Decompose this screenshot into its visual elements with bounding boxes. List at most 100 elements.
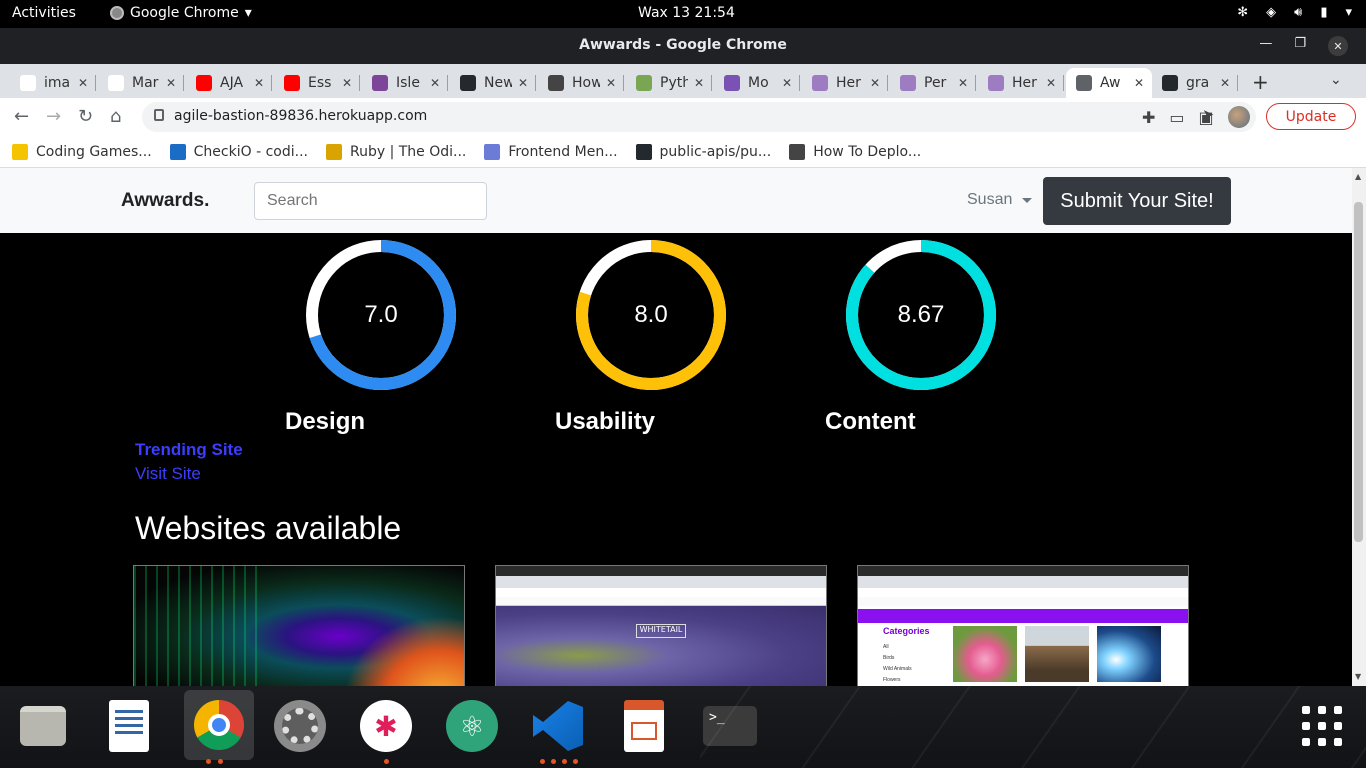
update-button[interactable]: Update (1266, 103, 1356, 130)
forward-icon[interactable]: → (46, 106, 61, 127)
extensions-icon[interactable]: ✚ (1142, 108, 1155, 127)
tab-separator (359, 75, 360, 91)
tab[interactable]: Per ✕ (890, 68, 976, 98)
battery-icon: ▮ (1320, 5, 1328, 20)
slack-tray-icon[interactable]: ✻ (1237, 5, 1248, 20)
tab[interactable]: AJA ✕ (186, 68, 272, 98)
bookmark-item[interactable]: CheckiO - codi... (169, 143, 308, 160)
thumb-purple-header (858, 609, 1188, 623)
system-tray[interactable]: ✻ ◈ 🔊︎ ▮ ▾ (1237, 5, 1352, 20)
dock: ✱ ⚛ >_ (0, 686, 1366, 768)
reload-icon[interactable]: ↻ (78, 106, 93, 127)
thumb-titlebar (496, 566, 826, 576)
close-tab-icon[interactable]: ✕ (342, 76, 352, 90)
files-icon-part (20, 706, 66, 746)
close-tab-icon[interactable]: ✕ (870, 76, 880, 90)
youtube-icon (196, 75, 212, 91)
lock-icon[interactable] (154, 109, 164, 121)
vscode-icon[interactable] (528, 696, 588, 756)
bootstrap-icon (724, 75, 740, 91)
user-dropdown[interactable]: Susan (967, 191, 1033, 209)
atom-icon[interactable]: ⚛ (442, 696, 502, 756)
submit-site-button[interactable]: Submit Your Site! (1043, 177, 1231, 225)
tab-search-icon[interactable]: ⌄ (1330, 72, 1342, 88)
search-input[interactable] (254, 182, 487, 220)
close-tab-icon[interactable]: ✕ (1046, 76, 1056, 90)
bookmark-item[interactable]: public-apis/pu... (635, 143, 771, 160)
site-brand[interactable]: Awwards. (121, 190, 209, 212)
bookmark-item[interactable]: How To Deplo... (789, 143, 921, 160)
visit-site-link[interactable]: Visit Site (135, 464, 201, 484)
minimize-button[interactable]: — (1259, 36, 1272, 56)
scroll-down-icon[interactable]: ▼ (1355, 672, 1361, 681)
bookmark-item[interactable]: Frontend Men... (484, 143, 618, 160)
trending-site-link[interactable]: Trending Site (135, 440, 243, 460)
clock[interactable]: Wax 13 21:54 (638, 5, 735, 21)
toolbar: ← → ↻ ⌂ agile-bastion-89836.herokuapp.co… (0, 98, 1366, 136)
scrollbar-thumb[interactable] (1354, 202, 1363, 542)
thumb-category: Wild Animals (883, 666, 912, 672)
tab[interactable]: Her ✕ (802, 68, 888, 98)
app-menu[interactable]: Google Chrome ▾ (110, 5, 252, 21)
terminal-icon[interactable]: >_ (700, 696, 760, 756)
close-tab-icon[interactable]: ✕ (1134, 76, 1144, 90)
tab[interactable]: Ess ✕ (274, 68, 360, 98)
heroku-icon (812, 75, 828, 91)
close-tab-icon[interactable]: ✕ (1220, 76, 1230, 90)
cast-icon[interactable]: ▭ (1169, 108, 1184, 127)
tab[interactable]: Pyth ✕ (626, 68, 712, 98)
tab[interactable]: Mo ✕ (714, 68, 800, 98)
youtube-icon (284, 75, 300, 91)
scroll-up-icon[interactable]: ▲ (1355, 172, 1361, 181)
chrome-icon[interactable] (184, 690, 254, 760)
new-tab-button[interactable]: + (1252, 70, 1269, 94)
slack-icon[interactable]: ✱ (356, 696, 416, 756)
tor-icon (372, 75, 388, 91)
bookmark-item[interactable]: Ruby | The Odi... (325, 143, 466, 160)
close-tab-icon[interactable]: ✕ (254, 76, 264, 90)
window-title-bar: Awwards - Google Chrome — ❐ ✕ (0, 28, 1366, 64)
close-tab-icon[interactable]: ✕ (694, 76, 704, 90)
impress-icon[interactable] (614, 696, 674, 756)
omnibox[interactable]: agile-bastion-89836.herokuapp.com ➤ ☆ (142, 102, 1256, 132)
close-tab-icon[interactable]: ✕ (958, 76, 968, 90)
close-tab-icon[interactable]: ✕ (430, 76, 440, 90)
close-tab-icon[interactable]: ✕ (78, 76, 88, 90)
text-editor-icon[interactable] (99, 696, 159, 756)
website-card-gallery[interactable]: Categories All Birds Wild Animals Flower… (857, 565, 1189, 686)
close-tab-icon[interactable]: ✕ (518, 76, 528, 90)
tab[interactable]: Aw ✕ (1066, 68, 1152, 98)
page-scrollbar[interactable]: ▲ ▼ (1352, 168, 1366, 686)
show-applications-icon[interactable] (1302, 706, 1342, 746)
close-window-button[interactable]: ✕ (1328, 36, 1348, 56)
side-panel-icon[interactable]: ▣ (1199, 108, 1214, 127)
tab[interactable]: Isle ✕ (362, 68, 448, 98)
website-card-whitetail[interactable]: WHITETAIL (495, 565, 827, 686)
thumb-categories-list: All Birds Wild Animals Flowers (883, 642, 912, 686)
home-icon[interactable]: ⌂ (110, 106, 121, 127)
tab[interactable]: gra ✕ (1152, 68, 1238, 98)
gauge-value: 8.67 (897, 301, 945, 328)
files-icon[interactable] (13, 696, 73, 756)
website-card-peacock[interactable] (133, 565, 465, 686)
bookmark-item[interactable]: Coding Games... (12, 143, 152, 160)
tab[interactable]: Mar ✕ (98, 68, 184, 98)
tab[interactable]: New ✕ (450, 68, 536, 98)
chevron-down-icon (1022, 197, 1033, 203)
tab[interactable]: How ✕ (538, 68, 624, 98)
heroku-icon (900, 75, 916, 91)
maximize-button[interactable]: ❐ (1294, 36, 1306, 56)
tab[interactable]: Her ✕ (978, 68, 1064, 98)
tab[interactable]: ima ✕ (10, 68, 96, 98)
activities-button[interactable]: Activities (12, 5, 76, 21)
user-name: Susan (967, 191, 1013, 208)
settings-icon[interactable] (270, 696, 330, 756)
url-text[interactable]: agile-bastion-89836.herokuapp.com (174, 108, 427, 124)
tab-label: Her (1012, 75, 1037, 91)
tab-label: Her (836, 75, 861, 91)
close-tab-icon[interactable]: ✕ (166, 76, 176, 90)
back-icon[interactable]: ← (14, 106, 29, 127)
close-tab-icon[interactable]: ✕ (782, 76, 792, 90)
close-tab-icon[interactable]: ✕ (606, 76, 616, 90)
profile-avatar[interactable] (1227, 106, 1250, 128)
